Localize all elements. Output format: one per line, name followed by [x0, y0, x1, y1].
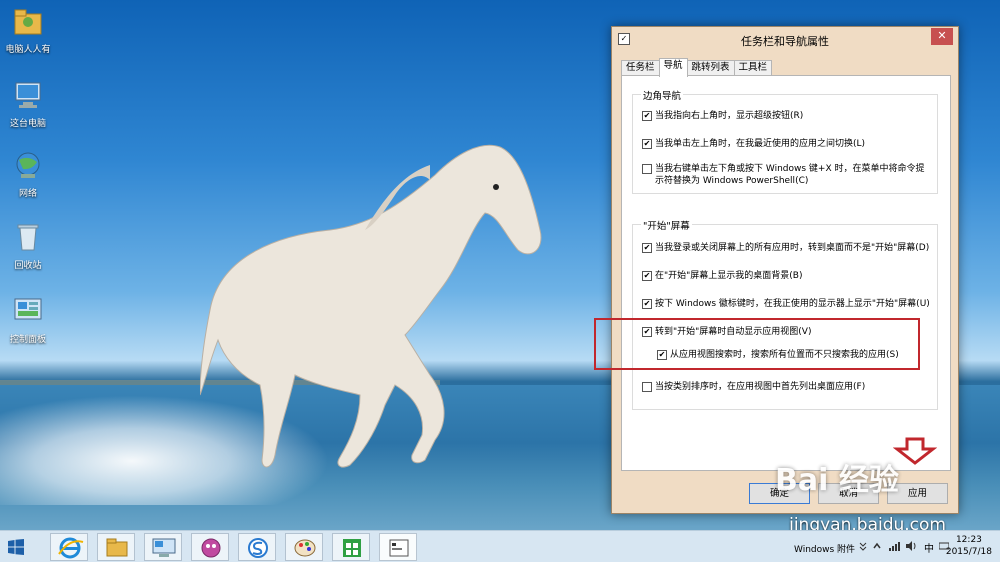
desktop-icon-label: 控制面板 — [9, 335, 46, 345]
checkbox[interactable] — [642, 382, 652, 392]
settings-window-icon — [389, 539, 409, 557]
desktop-icon-this-pc[interactable]: 这台电脑 — [2, 80, 54, 129]
network-icon — [16, 152, 40, 178]
desktop-icon-network[interactable]: 网络 — [2, 150, 54, 199]
media-icon — [201, 538, 221, 558]
close-button[interactable]: ✕ — [931, 28, 953, 45]
windows-accessories-toolbar[interactable]: Windows 附件 — [794, 542, 855, 555]
dialog-title: 任务栏和导航属性 — [741, 35, 829, 48]
desktop-icon-label: 网络 — [18, 189, 37, 199]
computer-icon — [15, 82, 41, 108]
checkbox[interactable] — [642, 111, 652, 121]
dialog-titlebar[interactable]: ✓ 任务栏和导航属性 ✕ — [612, 27, 958, 53]
corner-navigation-group: 边角导航 当我指向右上角时，显示超级按钮(R) 当我单击左上角时，在我最近使用的… — [632, 88, 938, 194]
option-powershell-replace[interactable]: 当我右键单击左下角或按下 Windows 键+X 时，在菜单中将命令提示符替换为… — [642, 163, 932, 187]
desktop-icon-recycle-bin[interactable]: 回收站 — [2, 222, 54, 271]
checkbox[interactable] — [642, 164, 652, 174]
option-desktop-apps-first[interactable]: 当按类别排序时，在应用视图中首先列出桌面应用(F) — [642, 381, 865, 393]
tab-navigation[interactable]: 导航 — [658, 58, 688, 77]
desktop-icon-label: 回收站 — [14, 261, 42, 271]
taskbar-properties-window[interactable] — [379, 533, 417, 561]
taskbar-store[interactable] — [332, 533, 370, 561]
system-clock[interactable]: 12:23 2015/7/18 — [946, 534, 992, 558]
taskbar-media-app[interactable] — [191, 533, 229, 561]
taskbar-ie[interactable] — [50, 533, 88, 561]
tab-toolbars[interactable]: 工具栏 — [733, 60, 773, 76]
navigation-tab-panel: 边角导航 当我指向右上角时，显示超级按钮(R) 当我单击左上角时，在我最近使用的… — [621, 75, 951, 471]
ie-icon — [58, 537, 84, 559]
paint-icon — [294, 539, 316, 557]
red-highlight-box — [594, 318, 920, 370]
taskbar: Windows 附件 中 12:23 2015/7/18 — [0, 530, 1000, 562]
tab-jump-lists[interactable]: 跳转列表 — [686, 60, 735, 76]
control-panel-icon — [14, 298, 42, 320]
network-status-icon[interactable] — [888, 540, 900, 552]
clock-time: 12:23 — [955, 535, 982, 545]
baidu-logo-watermark: Bai 经验 — [775, 463, 899, 498]
desktop-icon-label: 电脑人人有 — [5, 45, 51, 55]
folder-icon — [14, 9, 42, 35]
clock-date: 2015/7/18 — [945, 547, 992, 557]
sogou-icon — [248, 538, 268, 558]
taskbar-sogou[interactable] — [238, 533, 276, 561]
white-horse-image — [200, 144, 542, 468]
checkbox[interactable] — [642, 139, 652, 149]
option-go-to-desktop[interactable]: 当我登录或关闭屏幕上的所有应用时，转到桌面而不是"开始"屏幕(D) — [642, 242, 929, 254]
start-screen-group: "开始"屏幕 当我登录或关闭屏幕上的所有应用时，转到桌面而不是"开始"屏幕(D)… — [632, 218, 938, 410]
taskbar-file-explorer[interactable] — [97, 533, 135, 561]
windows-start-icon[interactable] — [8, 539, 24, 555]
desktop-icon-control-panel[interactable]: 控制面板 — [2, 296, 54, 345]
toolbar-expand-icon[interactable] — [858, 541, 868, 551]
volume-icon[interactable] — [905, 540, 917, 552]
taskbar-paint[interactable] — [285, 533, 323, 561]
desktop-icon-folder[interactable]: 电脑人人有 — [2, 6, 54, 55]
dialog-tabs: 任务栏 导航 跳转列表 工具栏 — [621, 58, 773, 77]
file-explorer-icon — [106, 538, 128, 557]
store-icon — [343, 539, 361, 557]
option-charms-top-right[interactable]: 当我指向右上角时，显示超级按钮(R) — [642, 110, 803, 122]
corner-navigation-label: 边角导航 — [641, 88, 684, 102]
desktop-icon-label: 这台电脑 — [9, 119, 46, 129]
option-switch-recent-apps[interactable]: 当我单击左上角时，在我最近使用的应用之间切换(L) — [642, 138, 865, 150]
remote-desktop-icon — [152, 538, 176, 557]
checkbox[interactable] — [642, 299, 652, 309]
ime-indicator[interactable]: 中 — [924, 540, 934, 555]
checkbox[interactable] — [642, 243, 652, 253]
start-screen-label: "开始"屏幕 — [641, 218, 692, 232]
tab-taskbar[interactable]: 任务栏 — [621, 60, 660, 76]
recycle-bin-icon — [17, 224, 39, 251]
checkbox[interactable] — [642, 271, 652, 281]
taskbar-remote-desktop[interactable] — [144, 533, 182, 561]
show-hidden-icons-icon[interactable] — [872, 541, 882, 551]
option-start-on-active-display[interactable]: 按下 Windows 徽标键时，在我正使用的显示器上显示"开始"屏幕(U) — [642, 298, 930, 310]
red-down-arrow-icon — [893, 437, 937, 465]
option-show-desktop-background[interactable]: 在"开始"屏幕上显示我的桌面背景(B) — [642, 270, 802, 282]
